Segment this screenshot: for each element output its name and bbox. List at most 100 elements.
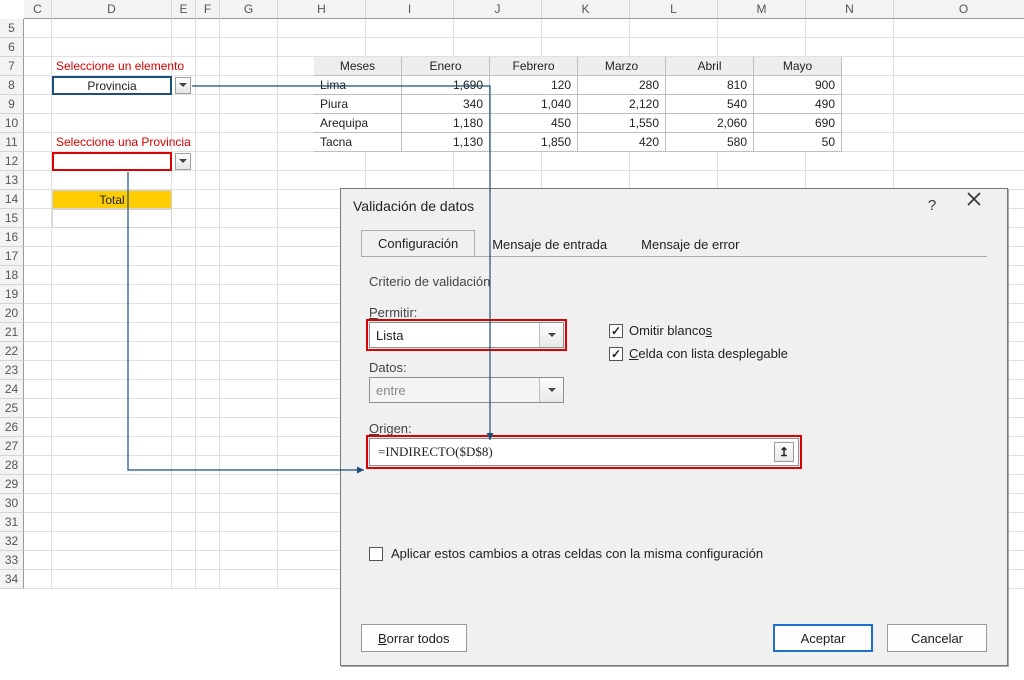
table-cell[interactable]: 1,850 <box>490 133 578 152</box>
col-header-O[interactable]: O <box>894 0 1024 19</box>
permitir-label: Permitir: <box>369 305 579 320</box>
col-header-L[interactable]: L <box>630 0 718 19</box>
row-header-26[interactable]: 26 <box>0 418 24 437</box>
checkbox-icon <box>369 547 383 561</box>
table-cell[interactable]: 420 <box>578 133 666 152</box>
cancelar-button[interactable]: Cancelar <box>887 624 987 652</box>
row-header-27[interactable]: 27 <box>0 437 24 456</box>
table-cell[interactable]: 120 <box>490 76 578 95</box>
tab-mensaje-entrada[interactable]: Mensaje de entrada <box>475 231 624 258</box>
row-header-23[interactable]: 23 <box>0 361 24 380</box>
row-header-7[interactable]: 7 <box>0 57 24 76</box>
criteria-label: Criterio de validación <box>369 274 979 289</box>
tab-configuracion[interactable]: Configuración <box>361 230 475 257</box>
table-header[interactable]: Marzo <box>578 57 666 76</box>
col-header-D[interactable]: D <box>52 0 172 19</box>
table-cell[interactable]: 900 <box>754 76 842 95</box>
col-header-M[interactable]: M <box>718 0 806 19</box>
table-cell[interactable]: 1,180 <box>402 114 490 133</box>
table-header[interactable]: Mayo <box>754 57 842 76</box>
table-cell[interactable]: 490 <box>754 95 842 114</box>
table-row-name[interactable]: Tacna <box>314 133 402 152</box>
cell-total-label: Total <box>52 190 172 209</box>
table-header[interactable]: Enero <box>402 57 490 76</box>
row-header-6[interactable]: 6 <box>0 38 24 57</box>
dropdown-button-value[interactable] <box>175 153 191 170</box>
help-button[interactable]: ? <box>911 192 953 220</box>
table-cell[interactable]: 1,130 <box>402 133 490 152</box>
row-header-17[interactable]: 17 <box>0 247 24 266</box>
origen-input[interactable]: =INDIRECTO($D$8) <box>369 438 799 466</box>
table-cell[interactable]: 2,120 <box>578 95 666 114</box>
tab-mensaje-error[interactable]: Mensaje de error <box>624 231 756 258</box>
row-header-16[interactable]: 16 <box>0 228 24 247</box>
celda-lista-check[interactable]: Celda con lista desplegable <box>609 346 788 361</box>
row-header-22[interactable]: 22 <box>0 342 24 361</box>
row-header-33[interactable]: 33 <box>0 551 24 570</box>
row-header-30[interactable]: 30 <box>0 494 24 513</box>
close-button[interactable] <box>953 192 995 220</box>
col-header-G[interactable]: G <box>220 0 278 19</box>
row-header-14[interactable]: 14 <box>0 190 24 209</box>
table-cell[interactable]: 810 <box>666 76 754 95</box>
aceptar-button[interactable]: Aceptar <box>773 624 873 652</box>
cell-provincia-value-target[interactable] <box>52 152 172 171</box>
row-header-31[interactable]: 31 <box>0 513 24 532</box>
origen-value: =INDIRECTO($D$8) <box>378 444 774 460</box>
row-header-18[interactable]: 18 <box>0 266 24 285</box>
col-header-I[interactable]: I <box>366 0 454 19</box>
table-header[interactable]: Meses <box>314 57 402 76</box>
range-selector-icon[interactable] <box>774 442 794 462</box>
row-header-32[interactable]: 32 <box>0 532 24 551</box>
col-header-N[interactable]: N <box>806 0 894 19</box>
table-cell[interactable]: 1,690 <box>402 76 490 95</box>
table-cell[interactable]: 450 <box>490 114 578 133</box>
row-header-13[interactable]: 13 <box>0 171 24 190</box>
col-header-E[interactable]: E <box>172 0 196 19</box>
omitir-blancos-check[interactable]: Omitir blancos <box>609 323 788 338</box>
row-header-24[interactable]: 24 <box>0 380 24 399</box>
dialog-title: Validación de datos <box>353 189 474 223</box>
row-header-12[interactable]: 12 <box>0 152 24 171</box>
apply-same-cells-check[interactable]: Aplicar estos cambios a otras celdas con… <box>369 546 979 561</box>
dropdown-button-provincia[interactable] <box>175 77 191 94</box>
col-header-J[interactable]: J <box>454 0 542 19</box>
row-header-10[interactable]: 10 <box>0 114 24 133</box>
row-header-25[interactable]: 25 <box>0 399 24 418</box>
row-header-15[interactable]: 15 <box>0 209 24 228</box>
col-header-H[interactable]: H <box>278 0 366 19</box>
col-header-K[interactable]: K <box>542 0 630 19</box>
borrar-todos-button[interactable]: Borrar todos <box>361 624 467 652</box>
row-header-5[interactable]: 5 <box>0 19 24 38</box>
note-select-element: Seleccione un elemento <box>52 57 232 76</box>
table-cell[interactable]: 50 <box>754 133 842 152</box>
table-cell[interactable]: 690 <box>754 114 842 133</box>
table-row-name[interactable]: Piura <box>314 95 402 114</box>
table-cell[interactable]: 1,040 <box>490 95 578 114</box>
permitir-value: Lista <box>376 328 403 343</box>
row-header-8[interactable]: 8 <box>0 76 24 95</box>
table-cell[interactable]: 280 <box>578 76 666 95</box>
table-cell[interactable]: 2,060 <box>666 114 754 133</box>
row-header-9[interactable]: 9 <box>0 95 24 114</box>
cell-provincia-dropdown[interactable]: Provincia <box>52 76 172 95</box>
table-header[interactable]: Abril <box>666 57 754 76</box>
row-header-28[interactable]: 28 <box>0 456 24 475</box>
row-header-11[interactable]: 11 <box>0 133 24 152</box>
permitir-combo[interactable]: Lista <box>369 322 564 348</box>
table-cell[interactable]: 580 <box>666 133 754 152</box>
table-cell[interactable]: 540 <box>666 95 754 114</box>
row-header-19[interactable]: 19 <box>0 285 24 304</box>
col-header-C[interactable]: C <box>24 0 52 19</box>
row-header-20[interactable]: 20 <box>0 304 24 323</box>
row-header-29[interactable]: 29 <box>0 475 24 494</box>
chevron-down-icon <box>539 378 563 402</box>
row-header-21[interactable]: 21 <box>0 323 24 342</box>
table-cell[interactable]: 1,550 <box>578 114 666 133</box>
col-header-F[interactable]: F <box>196 0 220 19</box>
row-header-34[interactable]: 34 <box>0 570 24 589</box>
table-cell[interactable]: 340 <box>402 95 490 114</box>
table-header[interactable]: Febrero <box>490 57 578 76</box>
table-row-name[interactable]: Lima <box>314 76 402 95</box>
table-row-name[interactable]: Arequipa <box>314 114 402 133</box>
